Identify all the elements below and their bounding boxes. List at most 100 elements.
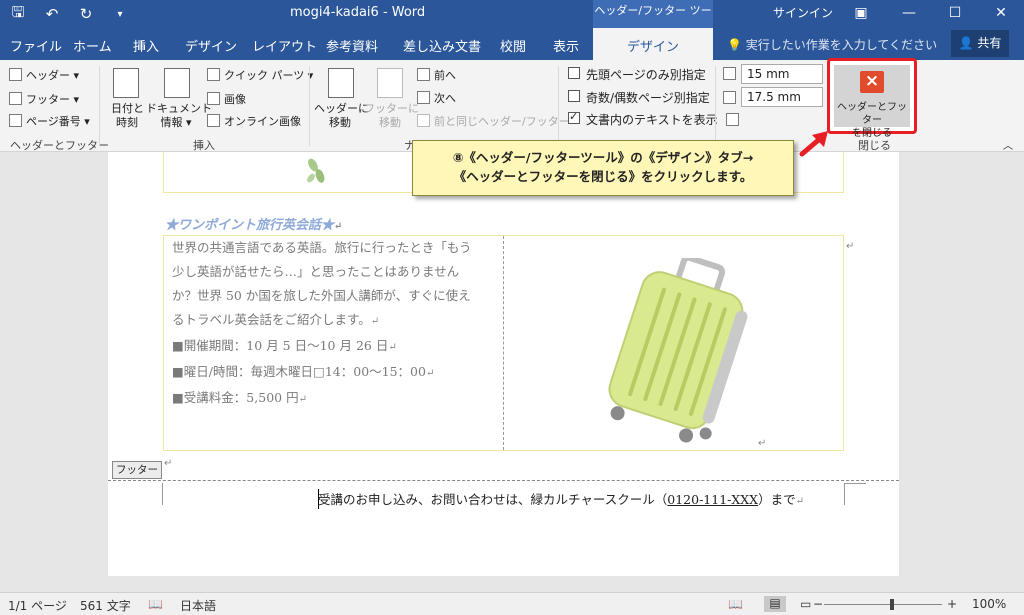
detail-text: ■曜日/時間：毎週木曜日□14：00〜15：00 bbox=[172, 364, 426, 379]
zoom-out-button[interactable]: − bbox=[813, 597, 823, 611]
detail-line: ■開催期間：10 月 5 日〜10 月 26 日↵ bbox=[172, 334, 502, 360]
next-label: 次へ bbox=[434, 92, 456, 105]
lightbulb-icon: 💡 bbox=[727, 38, 742, 52]
person-icon: 👤 bbox=[958, 36, 974, 50]
footer-label: フッター bbox=[26, 93, 70, 106]
maximize-button[interactable]: ☐ bbox=[932, 0, 978, 28]
header-position-input[interactable]: 15 mm bbox=[741, 64, 823, 84]
context-tab-title: ヘッダー/フッター ツール bbox=[593, 0, 713, 39]
picture-button[interactable]: 画像 bbox=[207, 91, 246, 107]
detail-line: ■曜日/時間：毎週木曜日□14：00〜15：00↵ bbox=[172, 360, 502, 386]
close-header-footer-button[interactable]: × ヘッダーとフッター を閉じる bbox=[827, 58, 917, 139]
page-number-dropdown-button[interactable]: ページ番号 ▾ bbox=[9, 113, 90, 129]
tell-me-search[interactable]: 💡 実行したい作業を入力してください bbox=[727, 36, 937, 53]
document-info-icon bbox=[164, 68, 190, 98]
tab-hf-design[interactable]: デザイン bbox=[593, 28, 713, 60]
footer-boundary bbox=[108, 480, 899, 481]
different-first-page-checkbox[interactable] bbox=[568, 67, 580, 79]
tab-view[interactable]: 表示 bbox=[553, 36, 579, 55]
footer-position-input[interactable]: 17.5 mm bbox=[741, 87, 823, 107]
header-label: ヘッダー bbox=[26, 69, 70, 82]
tab-mailings[interactable]: 差し込み文書 bbox=[403, 36, 481, 55]
share-label: 共有 bbox=[977, 36, 1002, 50]
footer-phone: 0120-111-XXX bbox=[667, 492, 759, 507]
date-time-label-2: 時刻 bbox=[116, 116, 138, 129]
quick-access-toolbar: 🖫 ↶ ↻ ▾ bbox=[8, 0, 130, 28]
qat-customize-icon[interactable]: ▾ bbox=[110, 9, 130, 20]
page-count[interactable]: 1/1 ページ bbox=[8, 597, 67, 614]
signin-link[interactable]: サインイン bbox=[773, 4, 833, 21]
tab-home[interactable]: ホーム bbox=[73, 36, 112, 55]
language-indicator[interactable]: 日本語 bbox=[180, 597, 216, 614]
document-info-button[interactable]: ドキュメント 情報 ▾ bbox=[146, 102, 212, 130]
paragraph-mark: ↵ bbox=[795, 496, 804, 507]
ribbon-display-options-icon[interactable]: ▣ bbox=[838, 0, 884, 28]
goto-header-button[interactable]: ヘッダーに 移動 bbox=[314, 102, 369, 130]
tab-references[interactable]: 参考資料 bbox=[326, 36, 378, 55]
header-dropdown-button[interactable]: ヘッダー ▾ bbox=[9, 67, 79, 83]
quick-parts-dropdown-button[interactable]: クイック パーツ ▾ bbox=[207, 67, 313, 83]
zoom-slider[interactable] bbox=[824, 604, 942, 605]
read-mode-icon[interactable]: 📖 bbox=[728, 597, 743, 611]
redo-icon[interactable]: ↻ bbox=[76, 5, 96, 23]
goto-header-icon bbox=[328, 68, 354, 98]
instruction-callout: ⑧《ヘッダー/フッターツール》の《デザイン》タブ→ 《ヘッダーとフッターを閉じる… bbox=[412, 140, 794, 196]
suitcase-illustration[interactable] bbox=[595, 258, 755, 448]
body-paragraph: 世界の共通言語である英語。旅行に行ったとき「もう bbox=[172, 240, 472, 255]
text-cursor bbox=[318, 489, 319, 509]
close-label-1: ヘッダーとフッター bbox=[837, 102, 907, 126]
tab-layout[interactable]: レイアウト bbox=[252, 36, 317, 55]
document-info-label-2: 情報 bbox=[160, 116, 183, 129]
next-button[interactable]: 次へ bbox=[417, 90, 456, 106]
proofing-icon[interactable]: 📖 bbox=[148, 597, 163, 611]
close-window-button[interactable]: ✕ bbox=[978, 0, 1024, 28]
link-previous-label: 前と同じヘッダー/フッター bbox=[434, 115, 570, 128]
date-time-button[interactable]: 日付と 時刻 bbox=[111, 102, 144, 130]
red-arrow-icon bbox=[799, 131, 828, 157]
paragraph-mark: ↵ bbox=[388, 342, 397, 353]
body-paragraph: るトラベル英会話をご紹介します。↵ bbox=[172, 308, 502, 334]
footer-dropdown-button[interactable]: フッター ▾ bbox=[9, 91, 79, 107]
tab-file[interactable]: ファイル bbox=[10, 36, 62, 55]
tab-insert[interactable]: 挿入 bbox=[133, 36, 159, 55]
goto-footer-button[interactable]: フッターに 移動 bbox=[364, 102, 419, 130]
close-header-footer-inner: × ヘッダーとフッター を閉じる bbox=[834, 65, 910, 139]
paragraph-mark: ↵ bbox=[334, 221, 343, 232]
save-icon[interactable]: 🖫 bbox=[8, 2, 28, 27]
title-bar: 🖫 ↶ ↻ ▾ mogi4-kadai6 - Word ヘッダー/フッター ツー… bbox=[0, 0, 1024, 39]
document-title: mogi4-kadai6 - Word bbox=[290, 5, 426, 20]
undo-icon[interactable]: ↶ bbox=[42, 5, 62, 23]
body-paragraph: 少し英語が話せたら…」と思ったことはありません bbox=[172, 264, 460, 279]
close-x-icon: × bbox=[860, 71, 884, 93]
detail-text: ■受講料金：5,500 円 bbox=[172, 390, 299, 405]
table-cell-text[interactable]: 世界の共通言語である英語。旅行に行ったとき「もう 少し英語が話せたら…」と思った… bbox=[172, 236, 502, 412]
tell-me-text: 実行したい作業を入力してください bbox=[745, 38, 938, 52]
web-layout-icon[interactable]: ▭ bbox=[800, 597, 811, 611]
online-picture-button[interactable]: オンライン画像 bbox=[207, 113, 301, 129]
zoom-level[interactable]: 100% bbox=[972, 597, 1006, 611]
insert-alignment-tab-icon[interactable] bbox=[726, 113, 739, 126]
tab-review[interactable]: 校閲 bbox=[500, 36, 526, 55]
zoom-in-button[interactable]: + bbox=[947, 597, 957, 611]
body-paragraph-text: るトラベル英会話をご紹介します。 bbox=[172, 312, 371, 327]
close-label-2: を閉じる bbox=[852, 128, 892, 139]
group-separator bbox=[558, 66, 559, 146]
footer-text[interactable]: 受講のお申し込み、お問い合わせは、緑カルチャースクール（0120-111-XXX… bbox=[318, 489, 804, 508]
show-document-text-checkbox[interactable] bbox=[568, 110, 580, 124]
paragraph-mark: ↵ bbox=[164, 458, 173, 469]
print-layout-icon[interactable]: ▤ bbox=[764, 596, 786, 612]
minimize-button[interactable]: — bbox=[886, 0, 932, 28]
zoom-slider-thumb[interactable] bbox=[890, 599, 894, 610]
tab-design[interactable]: デザイン bbox=[185, 36, 237, 55]
goto-footer-icon bbox=[377, 68, 403, 98]
previous-button[interactable]: 前へ bbox=[417, 67, 456, 83]
word-count[interactable]: 561 文字 bbox=[80, 597, 131, 614]
group-separator bbox=[99, 66, 100, 146]
header-icon bbox=[9, 68, 22, 81]
different-odd-even-checkbox[interactable] bbox=[568, 90, 580, 102]
link-previous-button[interactable]: 前と同じヘッダー/フッター bbox=[417, 113, 570, 129]
share-button[interactable]: 👤 共有 bbox=[951, 30, 1009, 57]
page-number-label: ページ番号 bbox=[26, 115, 81, 128]
date-time-label-1: 日付と bbox=[111, 102, 144, 115]
collapse-ribbon-icon[interactable]: ︿ bbox=[1003, 137, 1013, 152]
